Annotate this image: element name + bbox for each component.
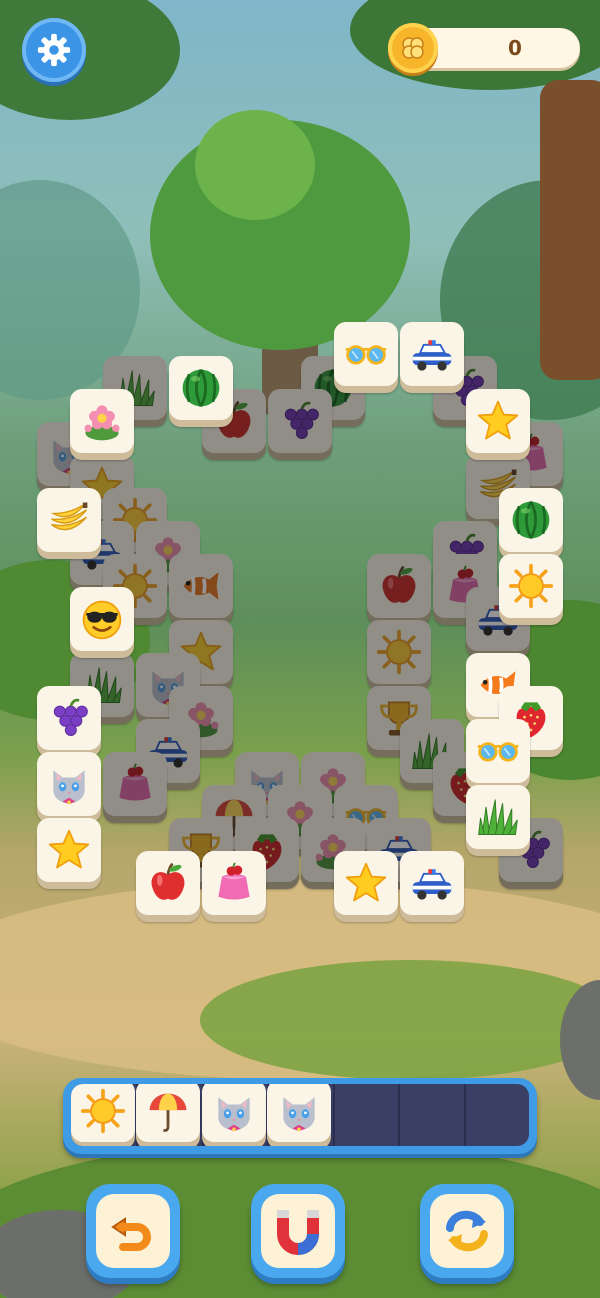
apple-icon xyxy=(151,862,185,900)
tile-watermelon[interactable] xyxy=(499,488,563,552)
undo-button[interactable] xyxy=(86,1184,180,1278)
tile-star[interactable] xyxy=(466,389,530,453)
tile-smiley-sunglasses[interactable] xyxy=(70,587,134,651)
tray-slots xyxy=(71,1084,529,1146)
tile-sunglasses[interactable] xyxy=(334,322,398,386)
tray-tile-umbrella xyxy=(136,1084,200,1142)
bg-tree-crown xyxy=(195,110,315,220)
star-icon xyxy=(477,400,519,440)
tile-apple xyxy=(367,554,431,618)
jelly-icon xyxy=(218,862,250,900)
tile-jelly[interactable] xyxy=(202,851,266,915)
sun-icon xyxy=(508,563,554,609)
settings-button[interactable] xyxy=(22,18,86,82)
watermelon-icon xyxy=(512,500,550,540)
jelly-icon xyxy=(119,763,151,801)
tile-star[interactable] xyxy=(334,851,398,915)
tile-grapes[interactable] xyxy=(37,686,101,750)
star-icon xyxy=(345,862,387,902)
tray-slot-divider xyxy=(464,1084,466,1146)
fish-icon xyxy=(183,572,219,600)
tray-slot-divider xyxy=(398,1084,400,1146)
coin-count-value: 0 xyxy=(508,36,522,60)
police-car-icon xyxy=(412,340,452,371)
tile-grass[interactable] xyxy=(466,785,530,849)
shuffle-icon xyxy=(446,1210,488,1252)
tile-grapes xyxy=(268,389,332,453)
tile-police-car[interactable] xyxy=(400,851,464,915)
magnet-button[interactable] xyxy=(251,1184,345,1278)
flowers-icon xyxy=(84,405,120,441)
tile-sunglasses[interactable] xyxy=(466,719,530,783)
tile-sun[interactable] xyxy=(499,554,563,618)
sunglasses-icon xyxy=(345,345,387,365)
tile-star[interactable] xyxy=(37,818,101,882)
smiley-sunglasses-icon xyxy=(82,600,122,640)
tray-slot-divider xyxy=(333,1084,335,1146)
collection-tray xyxy=(63,1078,537,1154)
star-icon xyxy=(48,829,90,869)
cat-icon xyxy=(53,770,85,805)
clover-coin-icon xyxy=(388,23,438,73)
sunglasses-icon xyxy=(477,742,519,762)
apple-icon xyxy=(382,565,416,603)
tray-tile-cat xyxy=(202,1084,266,1142)
tile-cat[interactable] xyxy=(37,752,101,816)
gear-icon xyxy=(37,33,71,67)
banana-icon xyxy=(50,502,88,531)
magnet-button-face xyxy=(261,1194,335,1268)
grapes-icon xyxy=(284,401,319,439)
sun-icon xyxy=(376,629,422,675)
tray-tile-cat xyxy=(267,1084,331,1142)
undo-button-face xyxy=(96,1194,170,1268)
tile-flowers[interactable] xyxy=(70,389,134,453)
tile-police-car[interactable] xyxy=(400,322,464,386)
umbrella-icon xyxy=(149,1093,187,1132)
tile-fish xyxy=(169,554,233,618)
grapes-icon xyxy=(53,698,88,736)
tile-sun xyxy=(367,620,431,684)
bg-grass xyxy=(200,960,600,1080)
cat-icon xyxy=(218,1097,250,1132)
shuffle-button[interactable] xyxy=(420,1184,514,1278)
tray-tile-sun xyxy=(71,1084,135,1142)
tile-banana[interactable] xyxy=(37,488,101,552)
cat-icon xyxy=(283,1097,315,1132)
shuffle-button-face xyxy=(430,1194,504,1268)
bg-tree-trunk xyxy=(540,80,600,380)
tile-jelly xyxy=(103,752,167,816)
watermelon-icon xyxy=(182,368,220,408)
tile-apple[interactable] xyxy=(136,851,200,915)
police-car-icon xyxy=(412,869,452,900)
undo-arrow-icon xyxy=(111,1217,151,1251)
sun-icon xyxy=(80,1088,126,1134)
grass-icon xyxy=(478,799,518,835)
tile-watermelon[interactable] xyxy=(169,356,233,420)
magnet-icon xyxy=(277,1210,319,1255)
